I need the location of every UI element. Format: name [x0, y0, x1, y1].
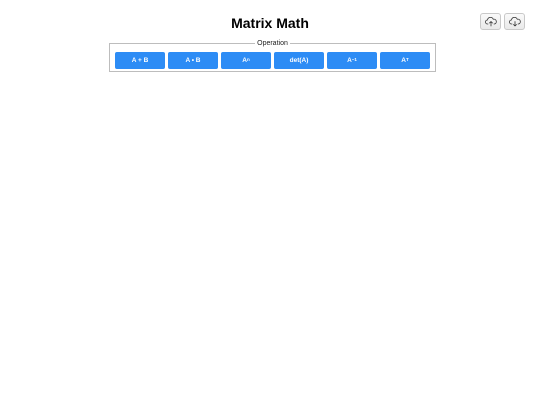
add-button-label: A + B	[131, 57, 149, 64]
determinant-button-label: det(A)	[289, 57, 309, 64]
operation-legend: Operation	[257, 40, 288, 47]
inverse-button[interactable]: A −1	[327, 52, 377, 69]
io-toolbar	[480, 13, 525, 30]
add-button[interactable]: A + B	[115, 52, 165, 69]
determinant-button[interactable]: det(A)	[274, 52, 324, 69]
cloud-upload-icon	[484, 17, 497, 27]
multiply-button-label: A • B	[185, 57, 201, 64]
transpose-button[interactable]: AT	[380, 52, 430, 69]
cloud-download-icon	[508, 17, 521, 27]
upload-button[interactable]	[480, 13, 501, 30]
power-button[interactable]: An	[221, 52, 271, 69]
multiply-button[interactable]: A • B	[168, 52, 218, 69]
operation-buttons: A + B A • B An det(A) A −1 AT	[115, 52, 430, 69]
page: Matrix Math Operation A + B A • B An det…	[0, 0, 540, 405]
page-title: Matrix Math	[231, 15, 309, 31]
operation-group: Operation A + B A • B An det(A) A −1 AT	[109, 40, 436, 72]
download-button[interactable]	[504, 13, 525, 30]
